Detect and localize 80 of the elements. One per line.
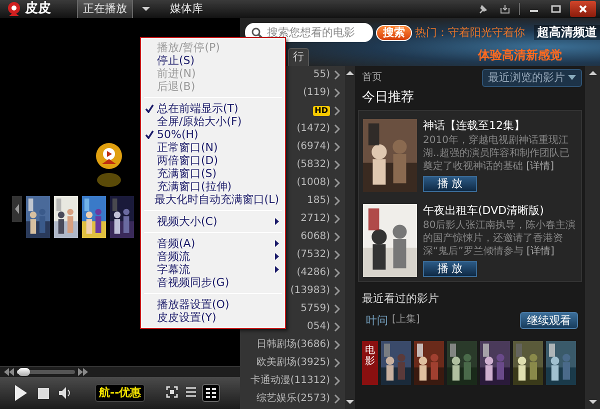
category-item[interactable]: 欧美剧场(3925) xyxy=(240,354,345,372)
category-label: 054) xyxy=(307,321,330,333)
category-label: 185) xyxy=(307,195,330,207)
seek-slider[interactable] xyxy=(17,370,75,374)
play-button[interactable]: 播 放 xyxy=(423,176,477,192)
category-label: (1008) xyxy=(296,177,330,189)
category-label: (7532) xyxy=(296,249,330,261)
category-tab[interactable]: 电影 xyxy=(362,340,378,385)
movie-title[interactable]: 午夜出租车(DVD清晰版) xyxy=(423,204,577,218)
menu-item[interactable]: 最大化时自动充满窗口(L) xyxy=(141,193,285,206)
tab[interactable]: 媒体库 xyxy=(165,0,208,18)
tray-icon xyxy=(500,4,510,14)
play-button[interactable]: 播 放 xyxy=(423,261,477,278)
speaker-icon xyxy=(59,387,73,399)
category-item[interactable]: 日韩剧场(3686) xyxy=(240,336,345,354)
category-label: 卡通动漫(11312) xyxy=(250,375,330,387)
movie-title[interactable]: 叶问 xyxy=(366,314,388,327)
banner-title: 超高清频道 xyxy=(534,25,600,40)
details-link[interactable]: [详情] xyxy=(526,246,554,258)
category-label: (4286) xyxy=(296,267,330,279)
category-label: (119) xyxy=(303,87,330,99)
app-name: 皮皮 xyxy=(25,1,51,17)
stop-icon xyxy=(38,388,49,398)
submenu-arrow-icon xyxy=(275,218,279,225)
menu-item[interactable]: 停止(S) xyxy=(141,54,285,67)
scrollbar[interactable] xyxy=(585,66,600,409)
category-label: 日韩剧场(3686) xyxy=(256,339,330,351)
movie-description: 2010年，穿越电视剧神话重现江湖..超强的演员阵容和制作团队已奠定了收视神话的基础 [详情] xyxy=(423,134,570,174)
category-item[interactable]: 综艺娱乐(2573) xyxy=(240,390,345,408)
category-label: 55) xyxy=(313,69,330,81)
scroll-down-icon[interactable] xyxy=(588,399,596,405)
category-label: 5759) xyxy=(300,303,330,315)
volume-button[interactable] xyxy=(59,387,73,399)
grid-icon xyxy=(205,387,217,399)
pin-icon xyxy=(478,4,488,14)
search-icon xyxy=(251,26,263,38)
search-field[interactable]: 搜索您想看的电影 xyxy=(245,23,373,42)
check-icon xyxy=(144,104,154,113)
section-heading: 今日推荐 xyxy=(361,89,415,107)
tab[interactable]: 正在播放 xyxy=(77,0,133,18)
movie-description: 80后影人张江南执导，陈小春主演的国产惊悚片，还邀请了香港资深“鬼后”罗兰倾情参与 [详情] xyxy=(423,219,577,258)
category-label: 6068) xyxy=(300,231,330,243)
play-logo-icon xyxy=(94,142,124,190)
banner-slogan: 体验高清新感觉 xyxy=(478,48,562,62)
category-label: 欧美剧场(3925) xyxy=(256,357,330,369)
fullscreen-icon xyxy=(166,386,178,398)
ticker-text: 航--优惠 xyxy=(95,384,146,402)
caret-icon xyxy=(568,75,576,81)
play-icon xyxy=(14,384,28,402)
category-item[interactable]: 卡通动漫(11312) xyxy=(240,372,345,390)
category-label: (1472) xyxy=(296,123,330,135)
movie-title[interactable]: 神话【连载至12集】 xyxy=(423,119,577,132)
section-heading: 最近看过的影片 xyxy=(362,292,440,306)
maximize-icon xyxy=(551,4,561,14)
episode-label: [上集] xyxy=(392,314,420,326)
category-label: (6974) xyxy=(296,141,330,153)
category-label: (5832) xyxy=(296,159,330,171)
category-label: 2712) xyxy=(300,213,330,225)
resume-button[interactable]: 继续观看 xyxy=(520,312,578,329)
hd-badge: HD xyxy=(312,106,330,116)
stop-button[interactable] xyxy=(38,388,49,398)
scrollbar[interactable] xyxy=(345,66,355,409)
seek-thumb[interactable] xyxy=(18,368,30,376)
scroll-down-icon[interactable] xyxy=(346,399,354,405)
check-icon xyxy=(144,130,154,139)
category-label: (13983) xyxy=(290,285,330,297)
hot-search-link[interactable]: 热门：守着阳光守着你 xyxy=(415,26,525,40)
category-label: 综艺娱乐(2573) xyxy=(256,393,330,405)
scroll-up-icon[interactable] xyxy=(346,70,354,76)
recent-dropdown-button[interactable]: 最近浏览的影片 xyxy=(482,69,582,87)
close-button[interactable] xyxy=(570,1,596,17)
logo-icon xyxy=(6,1,22,17)
tab[interactable]: 行 xyxy=(288,48,309,66)
scroll-up-icon[interactable] xyxy=(588,70,596,76)
grid-view-button[interactable] xyxy=(202,384,220,402)
list-icon xyxy=(185,386,197,398)
play-button[interactable] xyxy=(14,384,28,402)
close-icon xyxy=(578,4,588,14)
details-link[interactable]: [详情] xyxy=(526,161,554,172)
breadcrumb[interactable]: 首页 xyxy=(362,72,382,84)
